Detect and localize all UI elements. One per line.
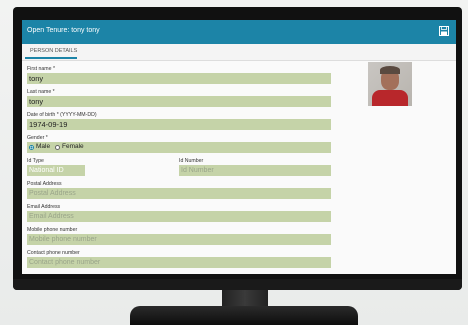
- gender-male-label: Male: [36, 143, 51, 150]
- last-name-field[interactable]: tony: [27, 96, 331, 107]
- dob-label: Date of birth * (YYYY-MM-DD): [27, 112, 97, 118]
- monitor-stand-base: [130, 306, 358, 325]
- id-number-field[interactable]: Id Number: [179, 165, 331, 176]
- save-icon[interactable]: [439, 26, 449, 36]
- email-label: Email Address: [27, 204, 61, 210]
- app-screen: Open Tenure: tony tony PERSON DETAILS Fi…: [22, 20, 456, 274]
- gender-label: Gender *: [27, 135, 48, 141]
- photo-shirt: [372, 90, 408, 106]
- email-field[interactable]: Email Address: [27, 211, 331, 222]
- id-type-label: Id Type: [27, 158, 44, 164]
- tab-bar: PERSON DETAILS: [22, 44, 456, 61]
- dob-field[interactable]: 1974-09-19: [27, 119, 331, 130]
- contact-field[interactable]: Contact phone number: [27, 257, 331, 268]
- mobile-field[interactable]: Mobile phone number: [27, 234, 331, 245]
- tab-person-details[interactable]: PERSON DETAILS: [30, 48, 77, 54]
- active-tab-indicator: [25, 57, 77, 59]
- photo-hair: [380, 66, 400, 74]
- window-title: Open Tenure: tony tony: [27, 27, 100, 34]
- gender-female-radio[interactable]: [55, 145, 60, 150]
- contact-label: Contact phone number: [27, 250, 80, 256]
- app-title-bar: Open Tenure: tony tony: [22, 20, 456, 44]
- gender-female-label: Female: [62, 143, 84, 150]
- person-photo[interactable]: [368, 62, 412, 106]
- id-type-select[interactable]: National ID: [27, 165, 85, 176]
- first-name-field[interactable]: tony: [27, 73, 331, 84]
- postal-address-label: Postal Address: [27, 181, 62, 187]
- mobile-label: Mobile phone number: [27, 227, 78, 233]
- first-name-label: First name *: [27, 66, 55, 72]
- postal-address-field[interactable]: Postal Address: [27, 188, 331, 199]
- id-number-label: Id Number: [179, 158, 204, 164]
- monitor-rim: [13, 279, 462, 290]
- gender-male-radio[interactable]: [29, 145, 34, 150]
- last-name-label: Last name *: [27, 89, 55, 95]
